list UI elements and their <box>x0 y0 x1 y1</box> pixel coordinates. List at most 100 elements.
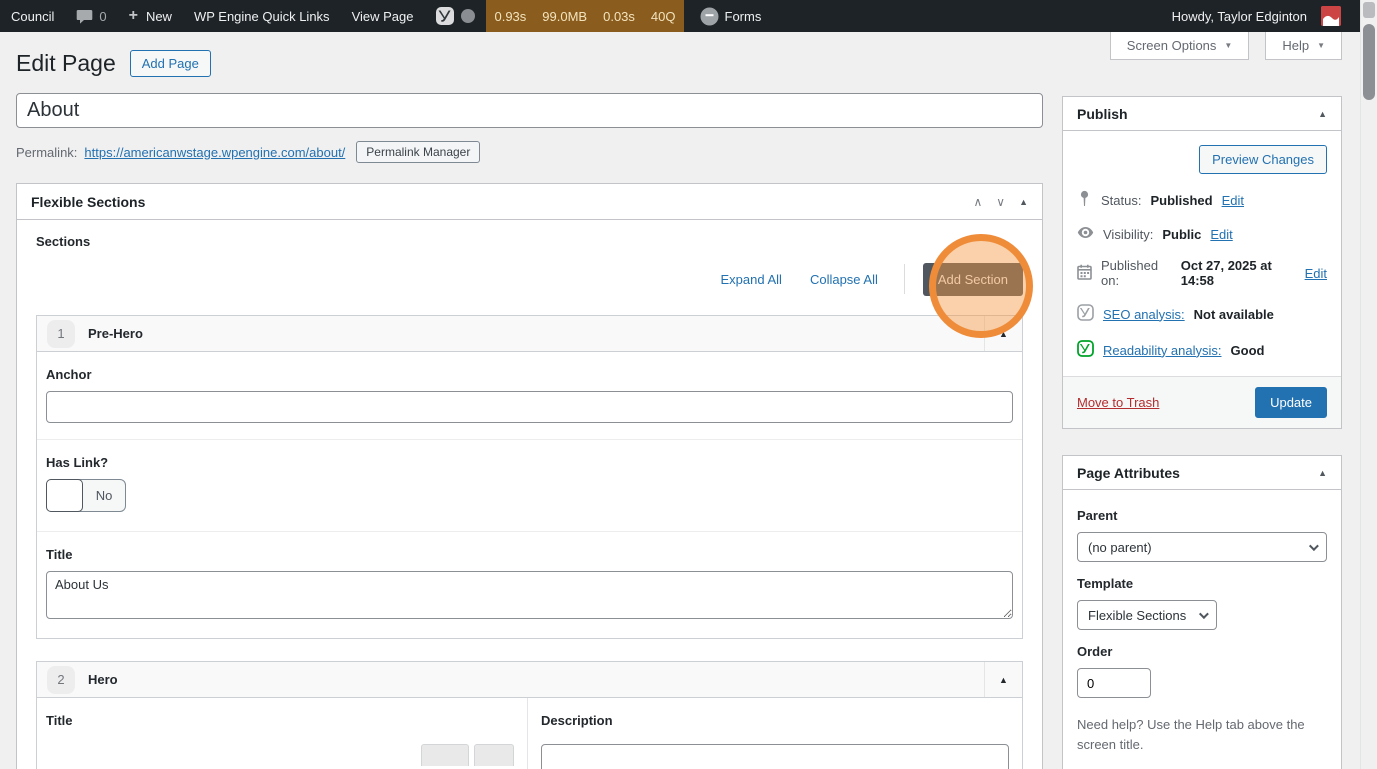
section-collapse-button[interactable]: ▲ <box>984 316 1022 351</box>
preview-changes-button[interactable]: Preview Changes <box>1199 145 1327 174</box>
publish-footer: Move to Trash Update <box>1063 376 1341 428</box>
seo-analysis-value: Not available <box>1193 306 1274 322</box>
edit-status-link[interactable]: Edit <box>1222 193 1244 208</box>
comments-menu[interactable]: 0 <box>65 0 117 32</box>
page-title: Edit Page <box>16 50 116 76</box>
hero-body: Title Description <box>37 698 1022 769</box>
triangle-up-icon: ▲ <box>999 328 1008 339</box>
flexible-sections-header[interactable]: Flexible Sections ∧ ∨ ▲ <box>17 184 1042 220</box>
edit-visibility-link[interactable]: Edit <box>1210 227 1232 242</box>
forms-label: Forms <box>724 8 762 24</box>
publish-metabox: Publish ▲ Preview Changes Status: Publis… <box>1062 96 1342 429</box>
readability-analysis-row: Readability analysis: Good <box>1077 340 1327 360</box>
move-up-icon[interactable]: ∧ <box>973 195 982 209</box>
howdy-label: Howdy, Taylor Edginton <box>1171 8 1307 24</box>
sections-actions-row: Expand All Collapse All Add Section <box>36 261 1023 297</box>
toggle-knob <box>46 479 83 512</box>
sections-field-label: Sections <box>36 234 91 249</box>
editor-text-tab-button[interactable] <box>474 744 514 766</box>
status-pin-icon <box>1077 190 1092 210</box>
collapse-toggle-icon[interactable]: ▲ <box>1019 197 1028 207</box>
flexible-sections-title: Flexible Sections <box>31 193 146 210</box>
view-page-menu[interactable]: View Page <box>341 0 425 32</box>
template-selected-value: Flexible Sections <box>1088 607 1187 623</box>
template-select[interactable]: Flexible Sections <box>1077 600 1217 630</box>
hero-title-column: Title <box>37 698 527 769</box>
screen-meta-tabs: Screen Options ▼ Help ▼ <box>1109 32 1342 60</box>
editor-visual-tab-button[interactable] <box>421 744 469 766</box>
screen-options-label: Screen Options <box>1126 38 1217 53</box>
page-scrollbar[interactable] <box>1360 0 1377 769</box>
hero-description-textarea[interactable] <box>541 744 1009 769</box>
published-on-label: Published on: <box>1101 258 1159 288</box>
qm-db-time: 0.03s <box>603 8 635 24</box>
yoast-menu[interactable] <box>424 0 459 32</box>
flexible-sections-metabox: Flexible Sections ∧ ∨ ▲ Sections Expand … <box>16 183 1043 769</box>
add-section-button[interactable]: Add Section <box>922 262 1023 296</box>
order-input[interactable] <box>1077 668 1151 698</box>
my-account-menu[interactable]: Howdy, Taylor Edginton <box>1153 0 1352 32</box>
sidebar: Publish ▲ Preview Changes Status: Publis… <box>1062 96 1342 769</box>
status-label: Status: <box>1101 192 1142 208</box>
move-down-icon[interactable]: ∨ <box>996 195 1005 209</box>
parent-select[interactable]: (no parent) <box>1077 532 1327 562</box>
screen-options-button[interactable]: Screen Options ▼ <box>1109 32 1250 60</box>
wordpress-edit-page-screen: Council 0 + New WP Engine Quick Links Vi… <box>0 0 1377 769</box>
page-attributes-header[interactable]: Page Attributes ▲ <box>1063 456 1341 490</box>
move-to-trash-link[interactable]: Move to Trash <box>1077 395 1159 410</box>
section-title-field: Title About Us <box>37 531 1022 638</box>
scrollbar-up-button[interactable] <box>1363 2 1375 18</box>
chevron-down-icon <box>1308 540 1319 551</box>
post-title-input[interactable] <box>16 93 1043 128</box>
section-name-label: Pre-Hero <box>88 326 143 341</box>
editor-mode-tabs <box>46 744 514 766</box>
publish-header[interactable]: Publish ▲ <box>1063 97 1341 131</box>
section-number-badge: 2 <box>47 665 75 694</box>
permalink-manager-button[interactable]: Permalink Manager <box>356 141 481 163</box>
collapse-toggle-icon[interactable]: ▲ <box>1318 468 1327 478</box>
scrollbar-thumb[interactable] <box>1363 24 1375 100</box>
permalink-url-link[interactable]: https://americanwstage.wpengine.com/abou… <box>84 145 345 160</box>
section-collapse-button[interactable]: ▲ <box>984 662 1022 697</box>
wp-engine-quick-links-menu[interactable]: WP Engine Quick Links <box>183 0 341 32</box>
yoast-readability-icon <box>1077 340 1094 360</box>
new-content-menu[interactable]: + New <box>118 0 183 32</box>
hero-header[interactable]: 2 Hero ▲ <box>37 662 1022 698</box>
admin-bar-right: Howdy, Taylor Edginton <box>1153 0 1360 32</box>
published-on-row: Published on: Oct 27, 2025 at 14:58 Edit <box>1077 258 1327 288</box>
add-page-button[interactable]: Add Page <box>129 50 211 77</box>
gravity-forms-menu[interactable]: Forms <box>684 0 773 32</box>
admin-bar: Council 0 + New WP Engine Quick Links Vi… <box>0 0 1360 32</box>
qm-query-count: 40Q <box>650 8 676 24</box>
seo-analysis-link[interactable]: SEO analysis: <box>1103 307 1185 322</box>
edit-published-on-link[interactable]: Edit <box>1305 266 1327 281</box>
update-button[interactable]: Update <box>1255 387 1327 418</box>
section-title-label: Title <box>46 547 73 562</box>
readability-analysis-link[interactable]: Readability analysis: <box>1103 343 1222 358</box>
readability-analysis-value: Good <box>1230 342 1265 358</box>
eye-icon <box>1077 226 1094 242</box>
hero-description-column: Description <box>527 698 1022 769</box>
section-title-textarea[interactable]: About Us <box>46 571 1013 619</box>
section-layout-hero: 2 Hero ▲ Title Description <box>36 661 1023 769</box>
query-monitor-menu[interactable]: 0.93s 99.0MB 0.03s 40Q <box>486 0 684 32</box>
anchor-field: Anchor <box>37 352 1022 439</box>
collapse-toggle-icon[interactable]: ▲ <box>1318 109 1327 119</box>
visibility-row: Visibility: Public Edit <box>1077 226 1327 242</box>
comments-count: 0 <box>99 8 107 24</box>
calendar-icon <box>1077 264 1092 283</box>
help-button[interactable]: Help ▼ <box>1265 32 1342 60</box>
pre-hero-header[interactable]: 1 Pre-Hero ▲ <box>37 316 1022 352</box>
main-column: Edit Page Add Page Permalink: https://am… <box>16 50 1043 769</box>
help-note: Need help? Use the Help tab above the sc… <box>1077 717 1305 752</box>
anchor-input[interactable] <box>46 391 1013 423</box>
avatar <box>1321 6 1341 26</box>
collapse-all-link[interactable]: Collapse All <box>810 272 878 287</box>
site-name-label: Council <box>11 8 55 24</box>
help-label: Help <box>1282 38 1310 53</box>
triangle-up-icon: ▲ <box>999 674 1008 685</box>
has-link-toggle[interactable]: No <box>46 479 126 512</box>
site-name-menu[interactable]: Council <box>0 0 65 32</box>
expand-all-link[interactable]: Expand All <box>721 272 782 287</box>
section-number-badge: 1 <box>47 319 75 348</box>
